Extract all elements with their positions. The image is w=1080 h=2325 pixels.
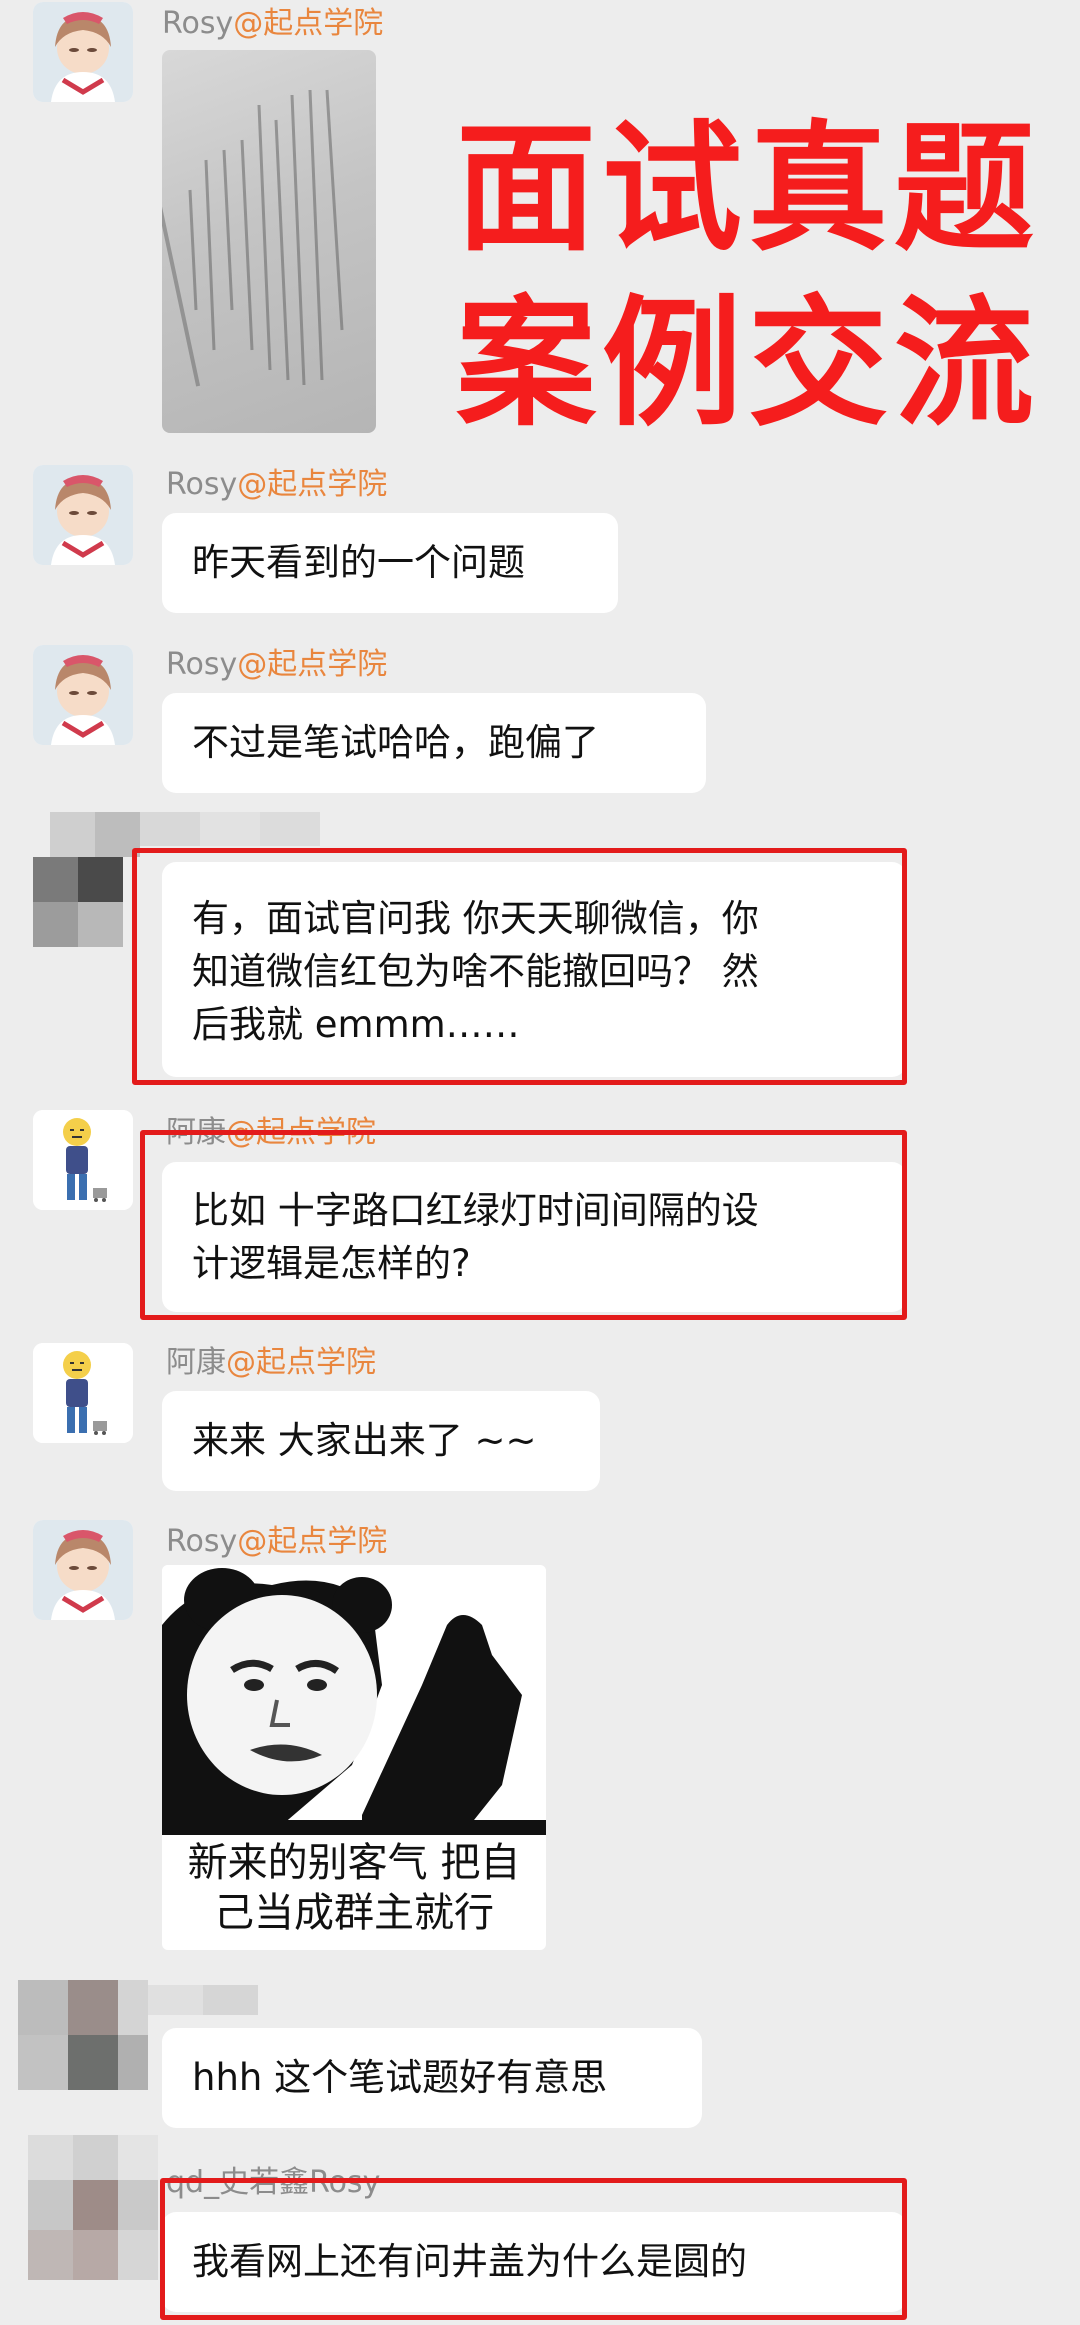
cartoon-person-avatar-icon: [33, 1343, 133, 1443]
cartoon-person-avatar-icon: [33, 1110, 133, 1210]
avatar-rosy[interactable]: [33, 645, 133, 745]
sender-name: Rosy@起点学院: [162, 6, 384, 41]
blurred-sender-name: [140, 812, 320, 846]
avatar-rosy[interactable]: [33, 1520, 133, 1620]
avatar-akang[interactable]: [33, 1343, 133, 1443]
highlight-box: [160, 2178, 907, 2320]
message-bubble[interactable]: hhh 这个笔试题好有意思: [162, 2028, 702, 2128]
blurred-sender-name: [148, 1985, 258, 2015]
highlight-box: [140, 1130, 907, 1320]
message-bubble[interactable]: 来来 大家出来了 ~~: [162, 1391, 600, 1491]
headline-line-1: 面试真题: [455, 108, 1040, 271]
shared-document-image[interactable]: [162, 50, 376, 433]
message-bubble[interactable]: 昨天看到的一个问题: [162, 513, 618, 613]
anime-girl-avatar-icon: [33, 645, 133, 745]
message-bubble[interactable]: 不过是笔试哈哈，跑偏了: [162, 693, 706, 793]
highlight-box: [132, 848, 907, 1085]
headline-line-2: 案例交流: [455, 283, 1040, 446]
sender-name: Rosy@起点学院: [166, 467, 388, 502]
anime-girl-avatar-icon: [33, 465, 133, 565]
blurred-avatar[interactable]: [28, 812, 140, 962]
sender-name: Rosy@起点学院: [166, 647, 388, 682]
document-lines: [188, 89, 344, 386]
anime-girl-avatar-icon: [33, 2, 133, 102]
anime-girl-avatar-icon: [33, 1520, 133, 1620]
avatar-rosy[interactable]: [33, 2, 133, 102]
blurred-avatar[interactable]: [18, 2135, 158, 2285]
avatar-rosy[interactable]: [33, 465, 133, 565]
meme-caption: 新来的别客气 把自 己当成群主就行: [187, 1840, 521, 1936]
sender-name: 阿康@起点学院: [166, 1345, 376, 1380]
panda-meme-sticker[interactable]: 新来的别客气 把自 己当成群主就行: [162, 1565, 546, 1950]
avatar-akang[interactable]: [33, 1110, 133, 1210]
panda-meme-icon: [162, 1565, 546, 1835]
blurred-avatar[interactable]: [18, 1980, 148, 2090]
sender-name: Rosy@起点学院: [166, 1524, 388, 1559]
